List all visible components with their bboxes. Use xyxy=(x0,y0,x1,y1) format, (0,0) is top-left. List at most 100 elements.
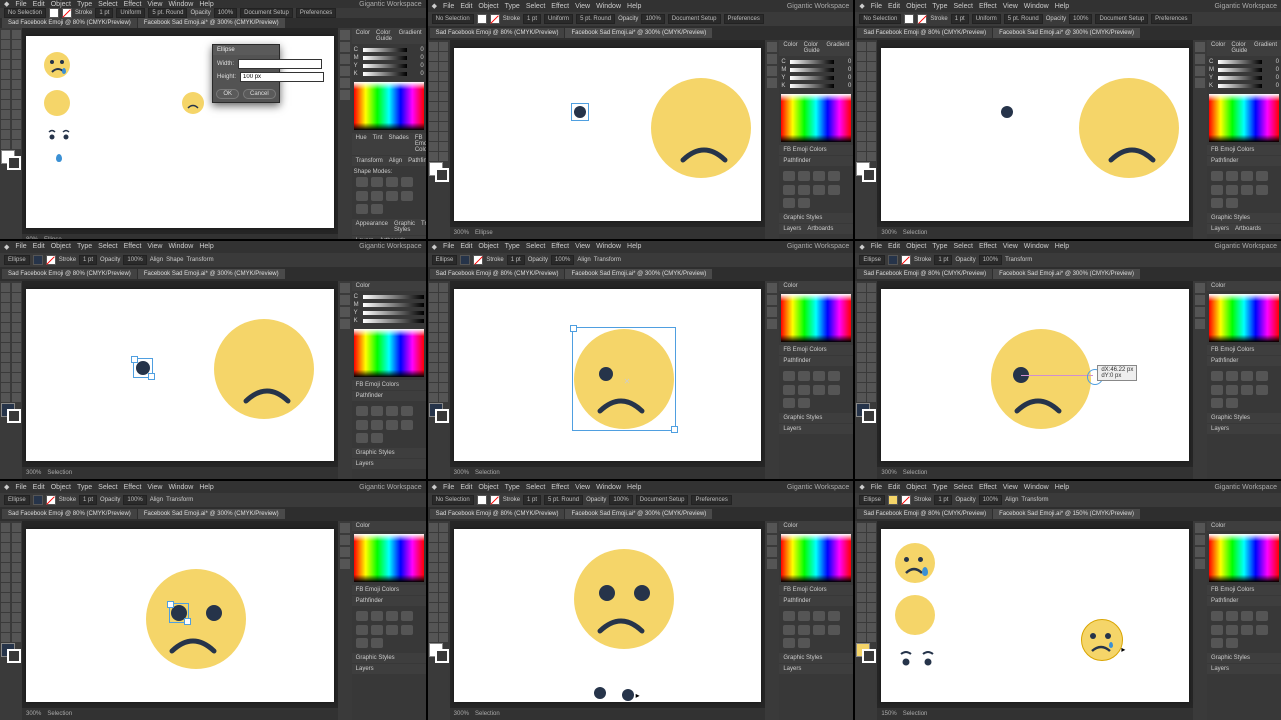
tool-icon[interactable] xyxy=(439,152,448,161)
selection-handles[interactable] xyxy=(571,103,589,121)
merge-icon[interactable] xyxy=(386,191,398,201)
menubar[interactable]: ◆FileEditObjectTypeSelectEffectViewWindo… xyxy=(855,241,1281,253)
divide-icon[interactable] xyxy=(356,191,368,201)
menu-type[interactable]: Type xyxy=(505,3,520,10)
doc-setup-button[interactable]: Document Setup xyxy=(668,14,721,24)
dialog-ok-button[interactable]: OK xyxy=(216,89,239,99)
gradient-tab[interactable]: Gradient xyxy=(826,42,849,54)
color-spectrum[interactable] xyxy=(354,82,424,130)
tool-icon[interactable] xyxy=(439,132,448,141)
align-tab[interactable]: Align xyxy=(389,158,402,164)
workspace-switcher[interactable]: Gigantic Workspace xyxy=(787,3,850,10)
menu-file[interactable]: File xyxy=(15,1,26,8)
tool-icon[interactable] xyxy=(429,52,438,61)
blend-tool-icon[interactable] xyxy=(1,120,10,129)
crop-icon[interactable] xyxy=(401,191,413,201)
scale-tool-icon[interactable] xyxy=(1,90,10,99)
zoom-tool-icon[interactable] xyxy=(12,140,21,149)
lasso-icon[interactable] xyxy=(12,40,21,49)
color-panel-tab[interactable]: Color xyxy=(356,30,370,42)
tool-icon[interactable] xyxy=(429,82,438,91)
appearance-tab[interactable]: Appearance xyxy=(356,221,388,233)
stroke-weight[interactable]: 1 pt xyxy=(523,14,541,24)
y-value[interactable]: 0 xyxy=(410,63,424,69)
artboards-tab[interactable]: Artboards xyxy=(380,238,406,239)
layers-tab[interactable]: Layers xyxy=(356,238,374,239)
prefs-button[interactable]: Preferences xyxy=(296,8,336,18)
menu-select[interactable]: Select xyxy=(98,1,117,8)
doc-setup-button[interactable]: Document Setup xyxy=(240,8,293,18)
pencil-tool-icon[interactable] xyxy=(12,70,21,79)
exclude-icon[interactable] xyxy=(401,177,413,187)
opacity-value[interactable]: 100% xyxy=(641,14,664,24)
brush-tool-icon[interactable] xyxy=(1,70,10,79)
panel-icon[interactable] xyxy=(767,66,777,76)
tool-icon[interactable] xyxy=(439,62,448,71)
artboard[interactable] xyxy=(454,48,762,221)
menu-window[interactable]: Window xyxy=(596,3,621,10)
slice-tool-icon[interactable] xyxy=(12,130,21,139)
brush-def[interactable]: 5 pt. Round xyxy=(576,14,615,24)
artboard[interactable] xyxy=(881,48,1189,221)
zoom-level[interactable]: 80% xyxy=(26,237,38,239)
panel-icon[interactable] xyxy=(767,78,777,88)
eyedropper-icon[interactable] xyxy=(12,110,21,119)
tool-icon[interactable] xyxy=(439,102,448,111)
colorguide-tab[interactable]: Color Guide xyxy=(376,30,393,42)
shade-tab[interactable]: Shades xyxy=(388,135,408,153)
dialog-cancel-button[interactable]: Cancel xyxy=(243,89,276,99)
menu-view[interactable]: View xyxy=(575,3,590,10)
selection-tool-icon[interactable] xyxy=(1,30,10,39)
pathfinder-tab[interactable]: Pathfinder xyxy=(408,158,426,164)
width-tool-icon[interactable] xyxy=(12,90,21,99)
tool-icon[interactable] xyxy=(429,142,438,151)
tool-icon[interactable] xyxy=(429,152,438,161)
intersect-icon[interactable] xyxy=(386,177,398,187)
tool-icon[interactable] xyxy=(429,132,438,141)
m-value[interactable]: 0 xyxy=(410,55,424,61)
prefs-button[interactable]: Preferences xyxy=(724,14,764,24)
line-tool-icon[interactable] xyxy=(1,60,10,69)
fill-stroke-control[interactable] xyxy=(429,162,449,182)
color-panel-tab[interactable]: Color xyxy=(783,42,797,54)
panel-icon[interactable] xyxy=(340,66,350,76)
artboard[interactable] xyxy=(26,529,334,702)
stroke-profile[interactable]: Uniform xyxy=(544,14,573,24)
graphicstyles-tab[interactable]: Graphic Styles xyxy=(394,221,415,233)
artboard[interactable]: ▸ xyxy=(454,529,762,702)
gradient-tab[interactable]: Gradient xyxy=(399,30,422,42)
unite-icon[interactable] xyxy=(356,177,368,187)
eraser-tool-icon[interactable] xyxy=(1,80,10,89)
artboards-tab[interactable]: Artboards xyxy=(807,226,833,232)
transform-tab[interactable]: Transform xyxy=(356,158,383,164)
panel-icon[interactable] xyxy=(767,42,777,52)
rotate-tool-icon[interactable] xyxy=(12,80,21,89)
y-slider[interactable] xyxy=(363,64,407,68)
outline-icon[interactable] xyxy=(356,204,368,214)
color-spectrum[interactable] xyxy=(781,94,851,142)
minus-back-icon[interactable] xyxy=(371,204,383,214)
shape-builder-icon[interactable] xyxy=(12,100,21,109)
layers-tab[interactable]: Layers xyxy=(783,226,801,232)
stroke-profile[interactable]: Uniform xyxy=(116,8,145,18)
tab-doc1[interactable]: Sad Facebook Emoji @ 80% (CMYK/Preview) xyxy=(2,18,137,28)
panel-icon[interactable] xyxy=(340,54,350,64)
artboard[interactable]: Ellipse Width: Height: OK Cancel xyxy=(26,36,334,228)
fbcolors-tab[interactable]: FB Emoji Colors xyxy=(415,135,426,153)
tool-icon[interactable] xyxy=(439,52,448,61)
menu-help[interactable]: Help xyxy=(199,1,213,8)
menu-effect[interactable]: Effect xyxy=(124,1,142,8)
panel-icon[interactable] xyxy=(340,78,350,88)
gradient-tool-icon[interactable] xyxy=(1,110,10,119)
tool-icon[interactable] xyxy=(439,122,448,131)
stroke-swatch[interactable] xyxy=(490,14,500,24)
menubar[interactable]: ◆ FileEditObjectTypeSelectEffectViewWind… xyxy=(428,0,854,12)
m-slider[interactable] xyxy=(363,56,407,60)
menubar[interactable]: ◆FileEditObjectTypeSelectEffectViewWindo… xyxy=(0,241,426,253)
k-value[interactable]: 0 xyxy=(410,71,424,77)
brush-def[interactable]: 5 pt. Round xyxy=(148,8,187,18)
menu-edit[interactable]: Edit xyxy=(460,3,472,10)
tab-doc2[interactable]: Facebook Sad Emoji.ai* @ 300% (CMYK/Prev… xyxy=(138,18,285,28)
hue-tab[interactable]: Hue xyxy=(356,135,367,153)
tool-icon[interactable] xyxy=(429,42,438,51)
